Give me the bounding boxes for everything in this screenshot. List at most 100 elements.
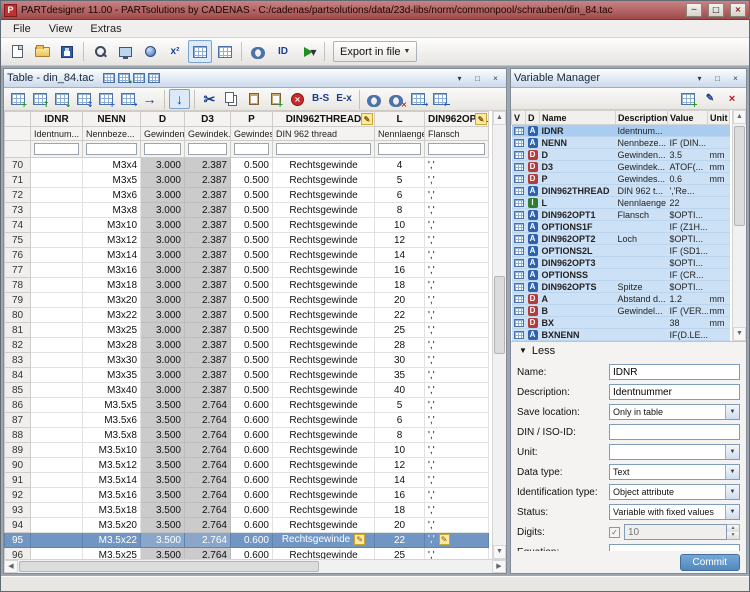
cell-thread[interactable]: Rechtsgewinde: [273, 158, 375, 173]
cell-d3[interactable]: 2.764: [185, 533, 231, 548]
cell-p[interactable]: 0.500: [231, 203, 273, 218]
cut-button[interactable]: ✂: [199, 89, 220, 109]
id-button[interactable]: ID: [271, 40, 295, 63]
cell-idnr[interactable]: [31, 188, 83, 203]
cell-d[interactable]: 3.000: [141, 293, 185, 308]
table-import-button[interactable]: ←: [430, 89, 451, 109]
row-number[interactable]: 79: [5, 293, 31, 308]
cell-thread[interactable]: Rechtsgewinde: [273, 398, 375, 413]
cell-thread[interactable]: Rechtsgewinde: [273, 503, 375, 518]
cell-p[interactable]: 0.500: [231, 278, 273, 293]
cell-d[interactable]: 3.000: [141, 263, 185, 278]
cell-thread[interactable]: Rechtsgewinde: [273, 473, 375, 488]
cell-p[interactable]: 0.600: [231, 413, 273, 428]
cell-opt1[interactable]: ',': [425, 428, 489, 443]
scroll-down-button[interactable]: ▼: [733, 327, 746, 341]
cell-d3[interactable]: 2.387: [185, 203, 231, 218]
cell-opt1[interactable]: ',': [425, 458, 489, 473]
cell-thread[interactable]: Rechtsgewinde: [273, 293, 375, 308]
cell-opt1[interactable]: ',': [425, 443, 489, 458]
cell-opt1[interactable]: ',': [425, 323, 489, 338]
cell-d[interactable]: 3.000: [141, 218, 185, 233]
row-number[interactable]: 87: [5, 413, 31, 428]
maximize-button[interactable]: □: [708, 3, 724, 17]
cell-thread[interactable]: Rechtsgewinde: [273, 428, 375, 443]
cell-opt1[interactable]: ',': [425, 518, 489, 533]
table-row[interactable]: 74M3x103.0002.3870.500Rechtsgewinde10',': [5, 218, 489, 233]
table-row[interactable]: 90M3.5x123.5002.7640.600Rechtsgewinde12'…: [5, 458, 489, 473]
cell-l[interactable]: 40: [375, 383, 425, 398]
filter-input-d[interactable]: [144, 143, 181, 155]
cell-d[interactable]: 3.000: [141, 353, 185, 368]
cell-d[interactable]: 3.000: [141, 248, 185, 263]
filter-input-p[interactable]: [234, 143, 269, 155]
cell-nenn[interactable]: M3.5x14: [83, 473, 141, 488]
row-number[interactable]: 71: [5, 173, 31, 188]
cell-d3[interactable]: 2.387: [185, 323, 231, 338]
cell-l[interactable]: 5: [375, 173, 425, 188]
cell-idnr[interactable]: [31, 488, 83, 503]
scroll-down-button[interactable]: ▼: [493, 545, 506, 559]
cell-d[interactable]: 3.000: [141, 308, 185, 323]
variable-column-value[interactable]: Value: [668, 111, 708, 125]
filter-input-din962thread[interactable]: [276, 143, 371, 155]
cell-opt1[interactable]: ','✎: [425, 533, 489, 548]
cell-d3[interactable]: 2.387: [185, 233, 231, 248]
variable-row[interactable]: DBX38mm: [512, 317, 730, 329]
view-key-icon[interactable]: •: [118, 73, 130, 83]
table-row[interactable]: 70M3x43.0002.3870.500Rechtsgewinde4',': [5, 158, 489, 173]
edit-cell-icon[interactable]: ✎: [354, 534, 365, 545]
cell-thread[interactable]: Rechtsgewinde: [273, 368, 375, 383]
cell-d[interactable]: 3.500: [141, 518, 185, 533]
panel-menu-button[interactable]: ▾: [692, 71, 707, 85]
ex-button[interactable]: E-x: [333, 89, 355, 109]
cell-l[interactable]: 4: [375, 158, 425, 173]
edit-column-icon[interactable]: ✎: [361, 113, 373, 125]
row-number[interactable]: 72: [5, 188, 31, 203]
cell-l[interactable]: 10: [375, 218, 425, 233]
panel-menu-button[interactable]: ▾: [452, 71, 467, 85]
variable-row[interactable]: DD3Gewindek...ATOF(...mm: [512, 161, 730, 173]
cell-l[interactable]: 22: [375, 308, 425, 323]
filter-input-idnr[interactable]: [34, 143, 79, 155]
variable-list-scrollbar[interactable]: ▲ ▼: [732, 110, 746, 341]
cell-idnr[interactable]: [31, 338, 83, 353]
unlink-button[interactable]: ×: [386, 89, 407, 109]
cell-opt1[interactable]: ',': [425, 503, 489, 518]
table-row[interactable]: 81M3x253.0002.3870.500Rechtsgewinde25',': [5, 323, 489, 338]
scroll-up-button[interactable]: ▲: [493, 111, 506, 125]
cell-opt1[interactable]: ',': [425, 383, 489, 398]
cell-idnr[interactable]: [31, 518, 83, 533]
cell-d[interactable]: 3.000: [141, 323, 185, 338]
cell-l[interactable]: 12: [375, 458, 425, 473]
chevron-down-icon[interactable]: ▼: [725, 505, 739, 519]
cell-d[interactable]: 3.500: [141, 398, 185, 413]
menu-item-extras[interactable]: Extras: [82, 22, 129, 36]
formula-button[interactable]: x²: [163, 40, 187, 63]
table-horizontal-scrollbar[interactable]: ◀ ▶: [4, 559, 506, 573]
cell-p[interactable]: 0.600: [231, 428, 273, 443]
table-row[interactable]: 94M3.5x203.5002.7640.600Rechtsgewinde20'…: [5, 518, 489, 533]
paste-button[interactable]: [243, 89, 264, 109]
cell-nenn[interactable]: M3.5x16: [83, 488, 141, 503]
cell-d[interactable]: 3.500: [141, 428, 185, 443]
cell-thread[interactable]: Rechtsgewinde: [273, 308, 375, 323]
cell-opt1[interactable]: ',': [425, 233, 489, 248]
scroll-left-button[interactable]: ◀: [4, 560, 18, 573]
row-number[interactable]: 77: [5, 263, 31, 278]
cell-l[interactable]: 5: [375, 398, 425, 413]
chevron-down-icon[interactable]: ▼: [725, 445, 739, 459]
row-number[interactable]: 83: [5, 353, 31, 368]
identification-type-select[interactable]: Object attribute▼: [609, 484, 740, 500]
column-header-d3[interactable]: D3: [185, 112, 231, 127]
cell-idnr[interactable]: [31, 293, 83, 308]
cell-p[interactable]: 0.600: [231, 473, 273, 488]
cell-d[interactable]: 3.000: [141, 173, 185, 188]
row-number[interactable]: 81: [5, 323, 31, 338]
cell-nenn[interactable]: M3x10: [83, 218, 141, 233]
cell-thread[interactable]: Rechtsgewinde: [273, 338, 375, 353]
cell-d3[interactable]: 2.387: [185, 248, 231, 263]
cell-l[interactable]: 30: [375, 353, 425, 368]
panel-float-button[interactable]: □: [470, 71, 485, 85]
vertical-scroll-thumb[interactable]: [494, 276, 505, 354]
